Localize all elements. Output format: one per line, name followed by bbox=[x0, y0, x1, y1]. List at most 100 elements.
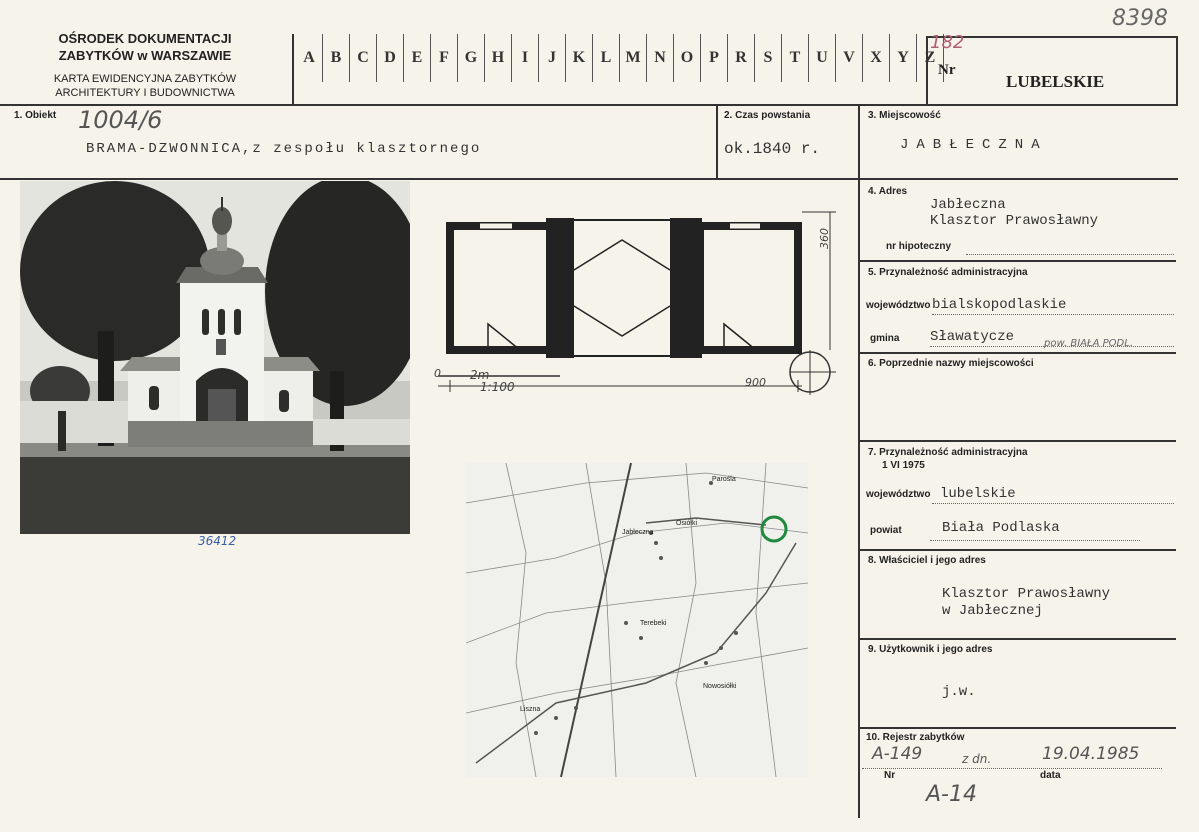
miejscowosc-value: JABŁECZNA bbox=[900, 137, 1048, 153]
header-divider bbox=[292, 34, 294, 104]
index-letter: G bbox=[458, 34, 485, 82]
index-letter: T bbox=[782, 34, 809, 82]
index-letter: C bbox=[350, 34, 377, 82]
index-letter: P bbox=[701, 34, 728, 82]
wojewodztwo-line bbox=[932, 314, 1174, 315]
czas-label: 2. Czas powstania bbox=[724, 110, 811, 121]
przyn1975-date: 1 VI 1975 bbox=[882, 460, 925, 471]
index-letter: X bbox=[863, 34, 890, 82]
map-label-liszna: Liszna bbox=[520, 706, 541, 713]
nr-hipoteczny-line bbox=[966, 254, 1174, 255]
index-letter: L bbox=[593, 34, 620, 82]
scale-zero: 0 bbox=[434, 367, 441, 380]
card-type: KARTA EWIDENCYJNA ZABYTKÓW ARCHITEKTURY … bbox=[20, 72, 270, 100]
uzytkownik-value: j.w. bbox=[942, 684, 976, 700]
map-label-jableczna: Jabłeczna bbox=[622, 529, 654, 536]
wlasciciel-label: 8. Właściciel i jego adres bbox=[868, 555, 986, 566]
wojewodztwo-label: województwo bbox=[866, 300, 931, 311]
index-letter: A bbox=[296, 34, 323, 82]
index-letter: J bbox=[539, 34, 566, 82]
index-letter: U bbox=[809, 34, 836, 82]
rejestr-label: 10. Rejestr zabytków bbox=[866, 732, 965, 743]
header-rule bbox=[0, 104, 1178, 106]
card-line-2: ARCHITEKTURY I BUDOWNICTWA bbox=[55, 87, 235, 99]
scale-label: 1:100 bbox=[480, 380, 515, 394]
uzytkownik-label: 9. Użytkownik i jego adres bbox=[868, 644, 993, 655]
photo-number: 36412 bbox=[198, 534, 237, 548]
dim-bottom: 900 bbox=[745, 376, 766, 389]
rejestr-bottom-hand: A-14 bbox=[926, 782, 977, 807]
map-label-osiolki: Osiółki bbox=[676, 520, 698, 527]
obiekt-label: 1. Obiekt bbox=[14, 110, 57, 121]
rule-4 bbox=[858, 260, 1176, 262]
wojewodztwo2-label: województwo bbox=[866, 489, 931, 500]
row1-rule bbox=[0, 178, 1178, 180]
rule-9 bbox=[858, 727, 1176, 729]
location-map bbox=[466, 463, 808, 777]
index-letter: V bbox=[836, 34, 863, 82]
gmina-line bbox=[930, 346, 1174, 347]
index-letter: K bbox=[566, 34, 593, 82]
dim-right: 360 bbox=[818, 228, 831, 249]
rejestr-date-hand: 19.04.1985 bbox=[1042, 744, 1140, 764]
building-photo bbox=[20, 181, 410, 534]
adres-label: 4. Adres bbox=[868, 186, 908, 197]
index-letter: F bbox=[431, 34, 458, 82]
przyn-label: 5. Przynależność administracyjna bbox=[868, 267, 1028, 278]
map-label-nowosiolki: Nowosiółki bbox=[703, 683, 737, 690]
wojewodztwo-value: bialskopodlaskie bbox=[932, 297, 1067, 313]
powiat-label: powiat bbox=[870, 525, 902, 536]
divider-1 bbox=[716, 104, 718, 178]
index-letter: I bbox=[512, 34, 539, 82]
obiekt-number: 1004/6 bbox=[78, 106, 163, 134]
gmina-value: Sławatycze bbox=[930, 329, 1015, 345]
wojewodztwo2-line bbox=[932, 503, 1174, 504]
floor-plan bbox=[438, 211, 836, 395]
wojewodztwo2-value: lubelskie bbox=[940, 486, 1016, 502]
poprzednie-label: 6. Poprzednie nazwy miejscowości bbox=[868, 358, 1034, 369]
index-letter: H bbox=[485, 34, 512, 82]
index-letters: ABCDEFGHIJKLMNOPRSTUVXYZ bbox=[296, 34, 944, 82]
index-letter: S bbox=[755, 34, 782, 82]
nr-handwritten: 182 bbox=[930, 32, 965, 53]
powiat-line bbox=[930, 540, 1140, 541]
rule-8 bbox=[858, 638, 1176, 640]
org-line-2: ZABYTKÓW w WARSZAWIE bbox=[58, 48, 232, 63]
miejscowosc-label: 3. Miejscowość bbox=[868, 110, 941, 121]
gmina-note: pow. BIAŁA PODL. bbox=[1044, 338, 1134, 349]
index-letter: R bbox=[728, 34, 755, 82]
przyn1975-label: 7. Przynależność administracyjna bbox=[868, 447, 1028, 458]
nr-label: Nr bbox=[938, 62, 956, 78]
rejestr-nr-label: Nr bbox=[884, 770, 896, 781]
powiat-value: Biała Podlaska bbox=[942, 520, 1060, 536]
wlasciciel-line-2: w Jabłecznej bbox=[942, 603, 1043, 619]
rule-7 bbox=[858, 549, 1176, 551]
card-line-1: KARTA EWIDENCYJNA ZABYTKÓW bbox=[53, 73, 237, 85]
index-letter: M bbox=[620, 34, 647, 82]
adres-line-1: Jabłeczna bbox=[930, 197, 1006, 213]
rejestr-nr-hand: A-149 bbox=[872, 744, 923, 764]
gmina-label: gmina bbox=[870, 333, 900, 344]
rule-5 bbox=[858, 352, 1176, 354]
nr-hipoteczny-label: nr hipoteczny bbox=[886, 241, 952, 252]
map-label-parosla: Parośla bbox=[712, 476, 736, 483]
index-letter: B bbox=[323, 34, 350, 82]
org-line-1: OŚRODEK DOKUMENTACJI bbox=[58, 31, 232, 46]
index-letter: E bbox=[404, 34, 431, 82]
divider-right bbox=[858, 104, 860, 818]
record-card: OŚRODEK DOKUMENTACJI ZABYTKÓW w WARSZAWI… bbox=[0, 0, 1199, 832]
region-name: LUBELSKIE bbox=[1006, 72, 1105, 91]
adres-line-2: Klasztor Prawosławny bbox=[930, 213, 1099, 229]
index-letter: O bbox=[674, 34, 701, 82]
index-letter: Y bbox=[890, 34, 917, 82]
index-letter: N bbox=[647, 34, 674, 82]
corner-number: 8398 bbox=[1112, 6, 1168, 31]
map-label-terebeki: Terebeki bbox=[640, 620, 667, 627]
org-name: OŚRODEK DOKUMENTACJI ZABYTKÓW w WARSZAWI… bbox=[20, 30, 270, 64]
rule-6 bbox=[858, 440, 1176, 442]
rejestr-data-label: data bbox=[1040, 770, 1061, 781]
czas-value: ok.1840 r. bbox=[724, 140, 821, 158]
rejestr-z-dn: z dn. bbox=[962, 752, 992, 766]
wlasciciel-line-1: Klasztor Prawosławny bbox=[942, 586, 1111, 602]
obiekt-value: BRAMA-DZWONNICA,z zespołu klasztornego bbox=[86, 141, 482, 157]
